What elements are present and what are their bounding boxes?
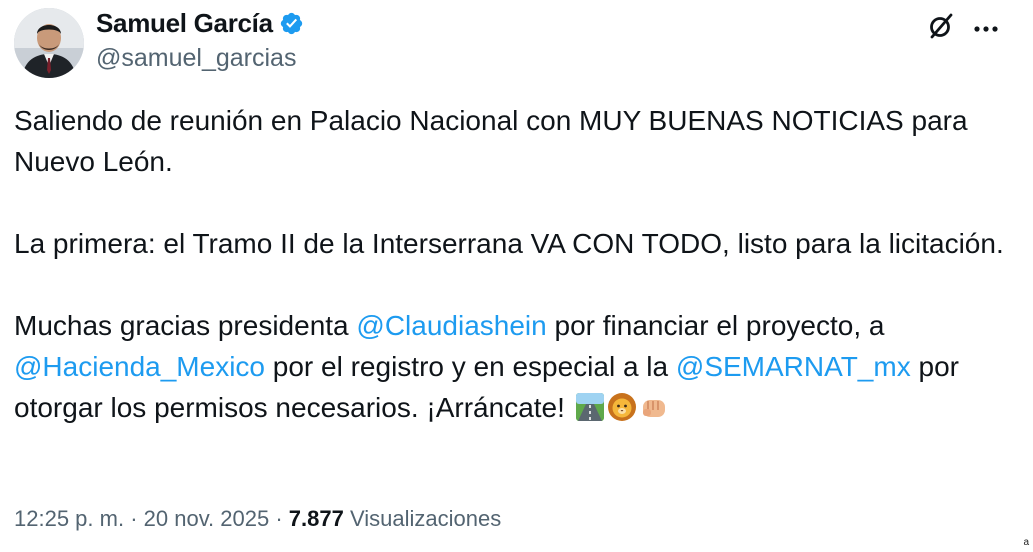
mention-semarnat-link[interactable]: @SEMARNAT_mx (676, 351, 911, 382)
tweet-text-segment: Muchas gracias presidenta (14, 310, 357, 341)
top-actions (927, 12, 999, 45)
corner-mark: a (1023, 537, 1029, 548)
grok-icon[interactable] (927, 12, 955, 45)
mention-claudiashein-link[interactable]: @Claudiashein (356, 310, 546, 341)
tweet-meta: 12:25 p. m. · 20 nov. 2025 · 7.877 Visua… (14, 506, 501, 532)
motorway-emoji-icon (575, 393, 604, 421)
avatar[interactable] (14, 8, 84, 78)
views-count[interactable]: 7.877 (289, 506, 344, 531)
avatar-image (14, 8, 84, 78)
author-block: Samuel García @samuel_garcias (96, 8, 304, 73)
tweet-paragraph-3: Muchas gracias presidenta @Claudiashein … (14, 305, 1014, 428)
tweet-paragraph-2: La primera: el Tramo II de la Interserra… (14, 228, 1004, 259)
name-row: Samuel García (96, 8, 304, 38)
views-label[interactable]: Visualizaciones (344, 506, 501, 531)
author-name[interactable]: Samuel García (96, 8, 273, 39)
fist-emoji-icon (642, 400, 665, 417)
tweet-text-segment: por financiar el proyecto, a (546, 310, 885, 341)
tweet-paragraph-1: Saliendo de reunión en Palacio Nacional … (14, 105, 968, 177)
more-icon[interactable] (973, 20, 999, 38)
meta-separator: · (269, 506, 289, 531)
meta-separator: · (124, 506, 144, 531)
mention-hacienda-link[interactable]: @Hacienda_Mexico (14, 351, 265, 382)
lion-emoji-icon (607, 393, 636, 421)
tweet-time-link[interactable]: 12:25 p. m. (14, 506, 124, 531)
tweet-card: Samuel García @samuel_garcias Saliendo d… (0, 0, 1033, 552)
verified-badge-icon[interactable] (279, 11, 304, 36)
author-handle[interactable]: @samuel_garcias (96, 44, 304, 73)
tweet-text: Saliendo de reunión en Palacio Nacional … (14, 100, 1014, 428)
tweet-text-segment: por el registro y en especial a la (265, 351, 676, 382)
tweet-date-link[interactable]: 20 nov. 2025 (144, 506, 270, 531)
